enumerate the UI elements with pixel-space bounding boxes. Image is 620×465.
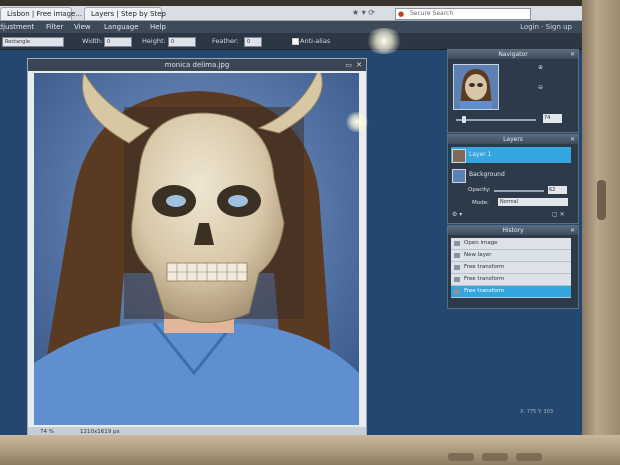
navigator-panel: Navigator ✕ ⊕ ⊖ 74 bbox=[447, 49, 579, 133]
cursor-coordinates: X: 775 Y: 303 bbox=[520, 409, 554, 415]
opacity-label: Opacity: bbox=[468, 187, 491, 193]
login-links[interactable]: Login · Sign up bbox=[520, 21, 572, 33]
search-input[interactable]: ● Secure Search bbox=[395, 8, 531, 20]
app-menu-bar: Adjustment Filter View Language Help Log… bbox=[0, 21, 582, 33]
history-item[interactable]: Free transform bbox=[451, 274, 571, 286]
blend-mode-select[interactable]: Normal bbox=[498, 198, 568, 206]
history-step-icon bbox=[454, 289, 460, 294]
history-panel: History ✕ Open image New layer Free tran… bbox=[447, 225, 579, 309]
search-placeholder: Secure Search bbox=[410, 10, 454, 17]
history-step-icon bbox=[454, 241, 460, 246]
screen: Lisbon | Free image... Layers | Step by … bbox=[0, 6, 582, 438]
layer-settings-icon[interactable]: ⚙ ▾ bbox=[452, 211, 462, 218]
history-item[interactable]: Free transform bbox=[451, 262, 571, 274]
feather-input[interactable]: 0 bbox=[244, 37, 262, 47]
left-eye bbox=[166, 195, 186, 207]
browser-toolbar: Lisbon | Free image... Layers | Step by … bbox=[0, 6, 582, 21]
antialias-checkbox[interactable] bbox=[292, 38, 299, 45]
menu-item-help[interactable]: Help bbox=[150, 21, 166, 33]
layers-panel: Layers ✕ Layer 1 Background Opacity: 62 … bbox=[447, 134, 579, 224]
width-input[interactable]: 0 bbox=[104, 37, 132, 47]
history-item-label: Free transform bbox=[464, 276, 505, 282]
monitor-side-button bbox=[597, 180, 606, 220]
feather-label: Feather: bbox=[212, 37, 239, 45]
zoom-slider[interactable] bbox=[456, 119, 536, 121]
browser-tab[interactable]: Layers | Step by Step bbox=[84, 7, 166, 20]
zoom-in-icon[interactable]: ⊕ bbox=[538, 64, 543, 71]
layer-thumbnail bbox=[452, 169, 466, 183]
history-title: History bbox=[502, 227, 524, 234]
layer-name: Layer 1 bbox=[469, 151, 492, 158]
close-icon[interactable]: ✕ bbox=[570, 50, 575, 59]
monitor-bezel-right bbox=[582, 0, 620, 465]
document-title: monica delima.jpg bbox=[164, 61, 230, 69]
navigator-header: Navigator ✕ bbox=[448, 50, 578, 59]
navigator-thumbnail-image bbox=[454, 65, 498, 109]
history-item-label: Free transform bbox=[464, 288, 505, 294]
document-titlebar[interactable]: monica delima.jpg ▭ ✕ bbox=[28, 59, 366, 71]
history-item-label: Open image bbox=[464, 240, 498, 246]
document-window: monica delima.jpg ▭ ✕ 74 % 1210x1619 px bbox=[27, 58, 367, 438]
close-icon[interactable]: ✕ bbox=[570, 135, 575, 144]
browser-nav-icons[interactable]: ★ ▾ ⟳ bbox=[352, 8, 375, 17]
history-item[interactable]: Open image bbox=[451, 238, 571, 250]
menu-item-language[interactable]: Language bbox=[104, 21, 139, 33]
menu-item-filter[interactable]: Filter bbox=[46, 21, 63, 33]
menu-item-adjustment[interactable]: Adjustment bbox=[0, 21, 34, 33]
close-icon[interactable]: ✕ bbox=[356, 59, 362, 71]
navigator-title: Navigator bbox=[498, 51, 528, 58]
zoom-slider-handle[interactable] bbox=[462, 116, 466, 123]
navigator-zoom-input[interactable]: 74 bbox=[543, 114, 562, 123]
history-item-label: New layer bbox=[464, 252, 492, 258]
delete-layer-icon[interactable]: ▢ ✕ bbox=[552, 211, 565, 218]
antialias-label: Anti-alias bbox=[300, 37, 331, 45]
height-input[interactable]: 0 bbox=[168, 37, 196, 47]
layers-title: Layers bbox=[503, 136, 523, 143]
layer-name: Background bbox=[469, 171, 505, 178]
monitor-button bbox=[516, 453, 542, 461]
opacity-input[interactable]: 62 bbox=[548, 186, 567, 194]
search-engine-icon: ● bbox=[398, 10, 405, 18]
height-label: Height: bbox=[142, 37, 166, 45]
maximize-icon[interactable]: ▭ bbox=[345, 59, 352, 71]
mode-label: Mode: bbox=[472, 200, 489, 206]
history-step-icon bbox=[454, 265, 460, 270]
monitor-button bbox=[448, 453, 474, 461]
options-bar: Rectangle Width: 0 Height: 0 Feather: 0 … bbox=[0, 33, 582, 50]
history-item-label: Free transform bbox=[464, 264, 505, 270]
browser-tab[interactable]: Lisbon | Free image... bbox=[0, 7, 82, 20]
monitor-button bbox=[482, 453, 508, 461]
close-icon[interactable]: ✕ bbox=[570, 226, 575, 235]
image-canvas[interactable] bbox=[34, 73, 359, 425]
layer-thumbnail bbox=[452, 149, 466, 163]
menu-item-view[interactable]: View bbox=[74, 21, 91, 33]
layer-row-selected[interactable]: Layer 1 bbox=[451, 147, 571, 163]
history-item-selected[interactable]: Free transform bbox=[451, 286, 571, 298]
navigator-thumbnail[interactable] bbox=[453, 64, 499, 110]
selection-mode-select[interactable]: Rectangle bbox=[2, 37, 64, 47]
zoom-out-icon[interactable]: ⊖ bbox=[538, 84, 543, 91]
screen-glare bbox=[344, 112, 370, 132]
layer-row[interactable]: Background bbox=[451, 167, 571, 183]
width-label: Width: bbox=[82, 37, 104, 45]
history-header: History ✕ bbox=[448, 226, 578, 235]
history-item[interactable]: New layer bbox=[451, 250, 571, 262]
history-step-icon bbox=[454, 277, 460, 282]
opacity-slider[interactable] bbox=[494, 190, 544, 192]
layers-header: Layers ✕ bbox=[448, 135, 578, 144]
photo-composite bbox=[34, 73, 359, 425]
history-step-icon bbox=[454, 253, 460, 258]
screen-glare bbox=[364, 28, 404, 54]
right-eye bbox=[228, 195, 248, 207]
